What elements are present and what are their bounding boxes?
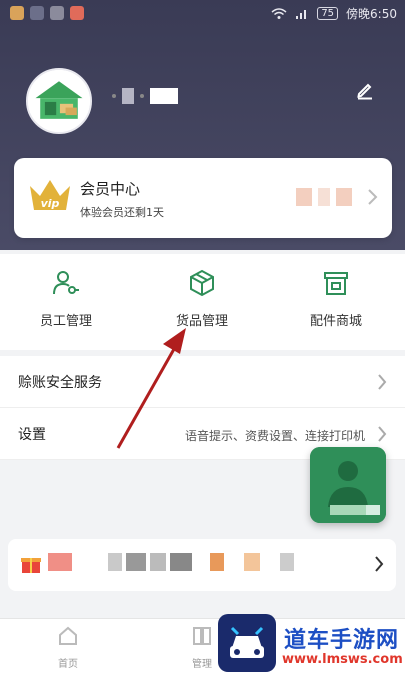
blur-block bbox=[336, 188, 352, 206]
vip-center-card[interactable]: vip 会员中心 体验会员还剩1天 bbox=[14, 158, 392, 238]
blur-block bbox=[264, 553, 276, 571]
watermark-title: 道车手游网 bbox=[284, 628, 400, 653]
status-bar: 75 傍晚6:50 bbox=[0, 0, 405, 28]
menu-item-credit-safety[interactable]: 赊账安全服务 bbox=[0, 356, 405, 408]
chevron-right-icon bbox=[378, 426, 387, 442]
username-blurred bbox=[112, 88, 178, 104]
customer-service-icon bbox=[310, 447, 386, 523]
wifi-icon bbox=[271, 7, 287, 19]
blur-block bbox=[48, 553, 72, 571]
name-block bbox=[122, 88, 134, 104]
watermark-logo bbox=[218, 614, 276, 672]
avatar[interactable] bbox=[26, 68, 92, 134]
vip-title: 会员中心 bbox=[80, 180, 141, 198]
watermark-url: www.lmsws.com bbox=[282, 652, 403, 667]
settings-menu: 赊账安全服务 设置 语音提示、资费设置、连接打印机 bbox=[0, 356, 405, 460]
function-grid: 员工管理 货品管理 配件商城 bbox=[0, 254, 405, 350]
vip-blurred-value bbox=[296, 188, 352, 206]
app-notification-icon bbox=[30, 6, 44, 20]
blur-block bbox=[244, 553, 260, 571]
site-watermark: 道车手游网 www.lmsws.com bbox=[218, 614, 405, 674]
store-icon bbox=[324, 272, 348, 295]
manage-icon bbox=[193, 627, 211, 645]
store-avatar-icon bbox=[28, 70, 90, 132]
package-box-icon bbox=[190, 269, 214, 297]
promo-banner[interactable] bbox=[8, 539, 396, 591]
nav-item-home[interactable]: 首页 bbox=[38, 625, 98, 670]
blur-block bbox=[210, 553, 224, 571]
status-time: 傍晚6:50 bbox=[346, 7, 397, 21]
grid-item-staff[interactable]: 员工管理 bbox=[16, 268, 116, 329]
nav-label: 首页 bbox=[58, 659, 78, 670]
chevron-right-icon bbox=[375, 556, 384, 572]
blur-block bbox=[150, 553, 166, 571]
vip-subtitle: 体验会员还剩1天 bbox=[80, 206, 164, 219]
app-notification-icon bbox=[50, 6, 64, 20]
status-right: 75 傍晚6:50 bbox=[271, 5, 397, 22]
chevron-right-icon bbox=[368, 189, 378, 205]
battery-indicator: 75 bbox=[317, 7, 339, 20]
blur-block bbox=[318, 188, 330, 206]
blur-block bbox=[196, 553, 206, 571]
vip-badge-text: vip bbox=[41, 197, 60, 210]
car-logo-icon bbox=[230, 626, 264, 658]
menu-hint: 语音提示、资费设置、连接打印机 bbox=[184, 429, 365, 443]
grid-label: 货品管理 bbox=[175, 314, 228, 329]
menu-title: 赊账安全服务 bbox=[18, 375, 102, 391]
blur-block bbox=[296, 188, 312, 206]
blur-block bbox=[108, 553, 122, 571]
app-notification-icon bbox=[10, 6, 24, 20]
promo-blurred-text bbox=[48, 553, 294, 571]
edit-icon[interactable] bbox=[355, 80, 375, 100]
name-dot bbox=[112, 94, 116, 98]
staff-key-icon bbox=[53, 271, 79, 295]
chevron-right-icon bbox=[378, 374, 387, 390]
blur-block bbox=[228, 553, 240, 571]
blur-block bbox=[126, 553, 146, 571]
blur-block bbox=[280, 553, 294, 571]
customer-service-button[interactable] bbox=[310, 447, 386, 523]
signal-icon bbox=[296, 9, 307, 19]
grid-item-parts-store[interactable]: 配件商城 bbox=[286, 268, 386, 329]
grid-item-goods[interactable]: 货品管理 bbox=[152, 268, 252, 329]
vip-crown-icon: vip bbox=[30, 180, 70, 210]
grid-label: 配件商城 bbox=[309, 314, 362, 329]
gift-icon bbox=[21, 558, 41, 573]
app-notification-icon bbox=[70, 6, 84, 20]
grid-label: 员工管理 bbox=[39, 314, 92, 329]
name-block bbox=[150, 88, 178, 104]
notification-icons bbox=[10, 6, 84, 20]
name-dot bbox=[140, 94, 144, 98]
home-icon bbox=[59, 626, 77, 645]
blur-block bbox=[76, 553, 104, 571]
blur-block bbox=[170, 553, 192, 571]
menu-title: 设置 bbox=[18, 427, 46, 443]
